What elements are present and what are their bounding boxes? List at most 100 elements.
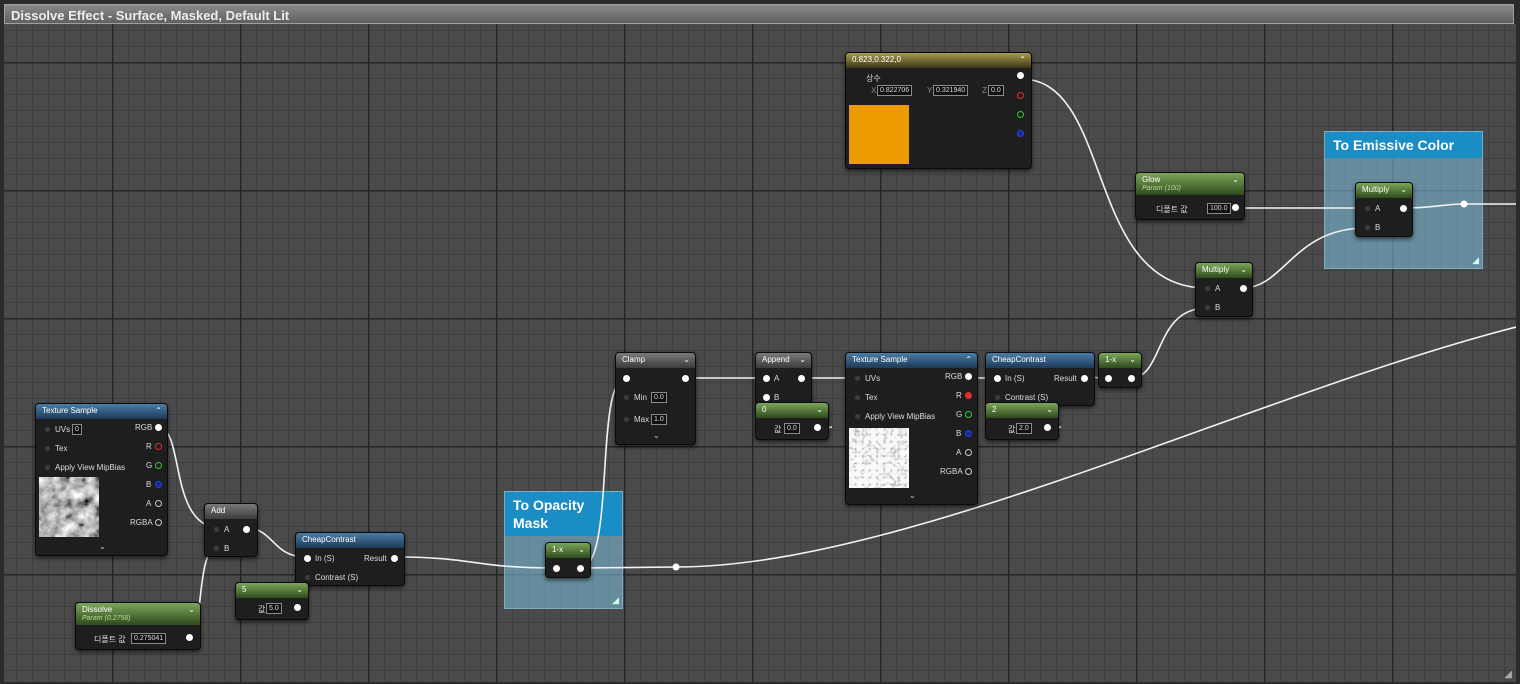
output-pin-rgb[interactable] <box>965 373 972 380</box>
input-pin-a[interactable] <box>1204 285 1211 292</box>
x-value-field[interactable]: 0.822706 <box>877 85 913 96</box>
input-pin[interactable] <box>44 464 51 471</box>
texture-sample-node[interactable]: Texture Sample ⌃ UVs Tex Apply View MipBi… <box>845 352 978 505</box>
input-pin-in[interactable] <box>994 375 1001 382</box>
chevron-down-icon[interactable]: ⌄ <box>296 585 303 594</box>
one-minus-node[interactable]: 1-x ⌄ <box>545 542 591 578</box>
chevron-down-icon[interactable]: ⌄ <box>1046 405 1053 414</box>
chevron-down-icon[interactable]: ⌄ <box>578 545 585 554</box>
input-pin-in[interactable] <box>304 555 311 562</box>
input-pin-contrast[interactable] <box>994 394 1001 401</box>
constant-node[interactable]: 5 ⌄ 값 5.0 <box>235 582 309 620</box>
multiply-node[interactable]: Multiply ⌄ A B <box>1355 182 1413 237</box>
material-graph-canvas[interactable]: To Opacity Mask ◢ To Emissive Color ◢ Te… <box>4 24 1516 682</box>
output-pin-rgba[interactable] <box>965 468 972 475</box>
output-pin-g[interactable] <box>155 462 162 469</box>
input-pin-b[interactable] <box>1204 304 1211 311</box>
input-pin[interactable] <box>854 394 861 401</box>
chevron-down-icon[interactable]: ⌄ <box>188 605 195 614</box>
chevron-down-icon[interactable]: ⌄ <box>1129 355 1136 364</box>
input-pin-a[interactable] <box>213 526 220 533</box>
chevron-down-icon[interactable]: ⌄ <box>1400 185 1407 194</box>
add-node[interactable]: Add A B <box>204 503 258 557</box>
output-pin[interactable] <box>1044 424 1051 431</box>
expand-chevron-icon[interactable]: ⌄ <box>99 542 106 551</box>
texture-sample-node[interactable]: Texture Sample ⌃ UVs 0 Tex Apply View Mip… <box>35 403 168 556</box>
output-pin[interactable] <box>1128 375 1135 382</box>
output-pin[interactable] <box>798 375 805 382</box>
input-pin[interactable] <box>1105 375 1112 382</box>
expand-chevron-icon[interactable]: ⌄ <box>653 431 660 440</box>
input-pin-min[interactable] <box>623 394 630 401</box>
input-pin-a[interactable] <box>1364 205 1371 212</box>
output-pin-r[interactable] <box>965 392 972 399</box>
output-pin-a[interactable] <box>965 449 972 456</box>
cheap-contrast-node[interactable]: CheapContrast In (S) Contrast (S) Result <box>985 352 1095 406</box>
input-pin-contrast[interactable] <box>304 574 311 581</box>
input-pin-a[interactable] <box>763 375 770 382</box>
input-pin-b[interactable] <box>213 545 220 552</box>
output-pin[interactable] <box>1240 285 1247 292</box>
output-pin-g[interactable] <box>965 411 972 418</box>
one-minus-node[interactable]: 1-x ⌄ <box>1098 352 1142 388</box>
constant-value-field[interactable]: 2.0 <box>1016 423 1032 434</box>
collapse-icon[interactable]: ⌃ <box>1019 55 1026 64</box>
output-pin[interactable] <box>814 424 821 431</box>
append-node[interactable]: Append ⌄ A B <box>755 352 812 406</box>
collapse-icon[interactable]: ⌃ <box>155 406 162 415</box>
resize-grip-icon[interactable]: ◢ <box>1472 255 1479 266</box>
output-pin-a[interactable] <box>155 500 162 507</box>
input-pin[interactable] <box>623 375 630 382</box>
output-pin-rgba[interactable] <box>155 519 162 526</box>
expand-chevron-icon[interactable]: ⌄ <box>909 491 916 500</box>
output-pin-r[interactable] <box>1017 92 1024 99</box>
cheap-contrast-node[interactable]: CheapContrast In (S) Contrast (S) Result <box>295 532 405 586</box>
glow-parameter-node[interactable]: Glow Param (100) ⌄ 디폴트 값 100.0 <box>1135 172 1245 220</box>
constant-node[interactable]: 2 ⌄ 값 2.0 <box>985 402 1059 440</box>
output-pin-result[interactable] <box>1081 375 1088 382</box>
input-pin[interactable] <box>44 426 51 433</box>
output-pin-g[interactable] <box>1017 111 1024 118</box>
glow-value-field[interactable]: 100.0 <box>1207 203 1231 214</box>
output-pin-result[interactable] <box>391 555 398 562</box>
chevron-down-icon[interactable]: ⌄ <box>799 355 806 364</box>
constant-value-field[interactable]: 5.0 <box>266 603 282 614</box>
output-pin[interactable] <box>682 375 689 382</box>
constant-node[interactable]: 0 ⌄ 값 0.0 <box>755 402 829 440</box>
dissolve-parameter-node[interactable]: Dissolve Param (0.2758) ⌄ 디폴트 값 0.275041 <box>75 602 201 650</box>
input-pin[interactable] <box>44 445 51 452</box>
output-pin[interactable] <box>1232 204 1239 211</box>
multiply-node[interactable]: Multiply ⌄ A B <box>1195 262 1253 317</box>
input-pin[interactable] <box>854 375 861 382</box>
input-pin[interactable] <box>854 413 861 420</box>
clamp-node[interactable]: Clamp ⌄ Min 0.0 Max 1.0 ⌄ <box>615 352 696 445</box>
output-pin-b[interactable] <box>965 430 972 437</box>
input-pin-b[interactable] <box>763 394 770 401</box>
z-value-field[interactable]: 0.0 <box>988 85 1004 96</box>
dissolve-value-field[interactable]: 0.275041 <box>131 633 167 644</box>
chevron-down-icon[interactable]: ⌄ <box>1240 265 1247 274</box>
output-pin[interactable] <box>186 634 193 641</box>
output-pin-b[interactable] <box>155 481 162 488</box>
max-value-field[interactable]: 1.0 <box>651 414 667 425</box>
input-pin[interactable] <box>553 565 560 572</box>
output-pin[interactable] <box>577 565 584 572</box>
input-pin-b[interactable] <box>1364 224 1371 231</box>
output-pin-rgb[interactable] <box>155 424 162 431</box>
resize-grip-icon[interactable]: ◢ <box>612 595 619 606</box>
constant-value-field[interactable]: 0.0 <box>784 423 800 434</box>
chevron-down-icon[interactable]: ⌄ <box>1232 175 1239 184</box>
output-pin-b[interactable] <box>1017 130 1024 137</box>
y-value-field[interactable]: 0.321940 <box>933 85 969 96</box>
input-pin-max[interactable] <box>623 416 630 423</box>
chevron-down-icon[interactable]: ⌄ <box>816 405 823 414</box>
resize-grip-icon[interactable]: ◢ <box>1504 669 1512 680</box>
output-pin[interactable] <box>1400 205 1407 212</box>
constant3-vector-node[interactable]: 0.823,0.322,0 ⌃ 상수 X 0.822706 Y 0.321940 … <box>845 52 1032 169</box>
output-pin[interactable] <box>243 526 250 533</box>
output-pin-r[interactable] <box>155 443 162 450</box>
output-pin-rgb[interactable] <box>1017 72 1024 79</box>
min-value-field[interactable]: 0.0 <box>651 392 667 403</box>
chevron-down-icon[interactable]: ⌄ <box>683 355 690 364</box>
uv-index-field[interactable]: 0 <box>72 424 82 435</box>
